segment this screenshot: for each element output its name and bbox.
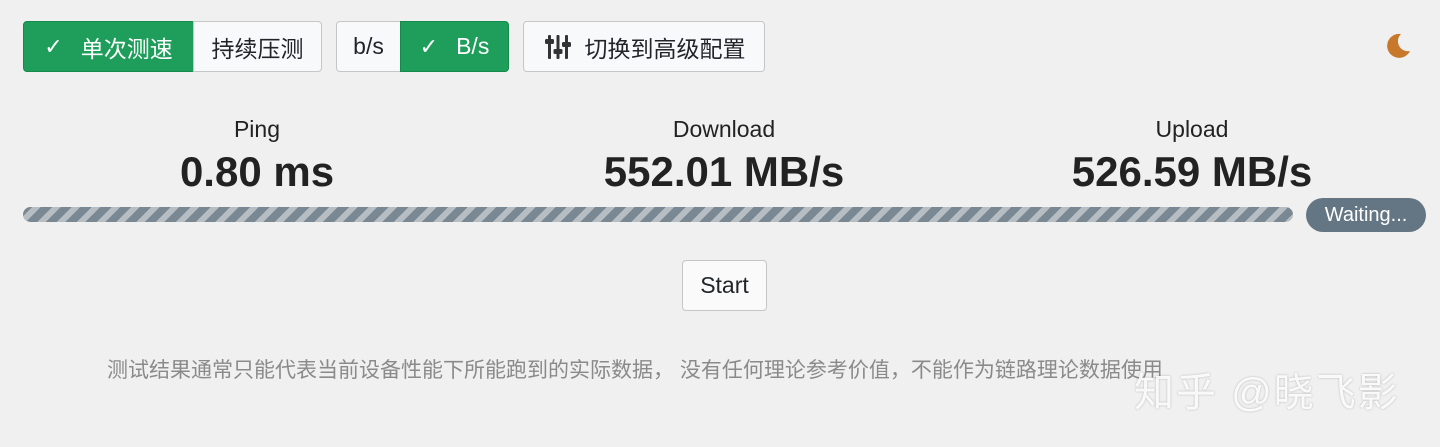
upload-label: Upload: [1155, 116, 1229, 142]
progress-fill: [23, 207, 1293, 222]
upload-stat: Upload 526.59 MB/s: [1002, 113, 1382, 199]
advanced-config-button[interactable]: 切换到高级配置: [523, 21, 765, 72]
download-stat: Download 552.01 MB/s: [534, 113, 914, 199]
start-button[interactable]: Start: [682, 260, 767, 311]
unit-bytes-button[interactable]: ✓ B/s: [400, 21, 509, 72]
mode-single-label: 单次测速: [80, 35, 173, 62]
download-value: 552.01 MB/s: [603, 148, 845, 195]
download-label: Download: [672, 116, 776, 142]
unit-bits-button[interactable]: b/s: [336, 21, 401, 72]
mode-continuous-label: 持续压测: [211, 35, 304, 62]
ping-stat: Ping 0.80 ms: [67, 113, 447, 199]
ping-value: 0.80 ms: [179, 148, 335, 195]
watermark: 知乎 @晓飞影: [1134, 371, 1400, 415]
moon-icon[interactable]: [1384, 32, 1412, 60]
sliders-icon: [544, 34, 571, 59]
advanced-config-label: 切换到高级配置: [584, 35, 746, 62]
unit-bytes-label: B/s: [456, 33, 490, 59]
speedtest-app: ✓ 单次测速 持续压测 b/s ✓ B/s 切换到高级配置 Ping 0.80 …: [0, 0, 1440, 447]
status-badge: Waiting...: [1306, 198, 1426, 232]
upload-value: 526.59 MB/s: [1071, 148, 1313, 195]
mode-single-button[interactable]: ✓ 单次测速: [23, 21, 194, 72]
ping-label: Ping: [233, 116, 281, 142]
mode-continuous-button[interactable]: 持续压测: [193, 21, 322, 72]
progress-bar: [23, 207, 1293, 222]
check-icon: ✓: [419, 33, 439, 59]
check-icon: ✓: [44, 33, 63, 59]
unit-bits-label: b/s: [353, 33, 384, 59]
